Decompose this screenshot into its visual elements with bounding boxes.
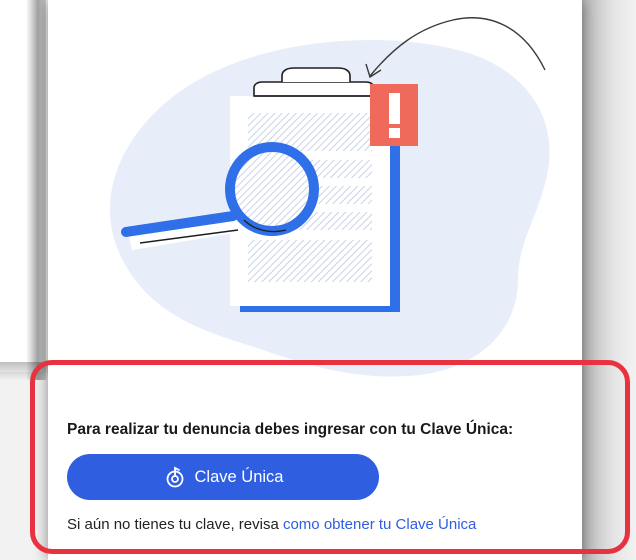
clave-unica-button[interactable]: Clave Única	[67, 454, 379, 500]
login-prompt: Para realizar tu denuncia debes ingresar…	[67, 421, 514, 438]
clave-unica-icon	[163, 465, 187, 489]
background-shadow	[26, 0, 46, 380]
screenshot: Para realizar tu denuncia debes ingresar…	[0, 0, 636, 560]
help-text-prefix: Si aún no tienes tu clave, revisa	[67, 516, 283, 533]
clave-unica-login-panel: Para realizar tu denuncia debes ingresar…	[50, 372, 580, 552]
obtain-clave-unica-link[interactable]: como obtener tu Clave Única	[283, 516, 476, 533]
card-shadow-right	[582, 0, 636, 560]
report-illustration	[109, 17, 550, 377]
help-text: Si aún no tienes tu clave, revisa como o…	[67, 516, 476, 533]
exclamation-icon	[370, 84, 418, 146]
clave-unica-button-label: Clave Única	[194, 467, 284, 486]
